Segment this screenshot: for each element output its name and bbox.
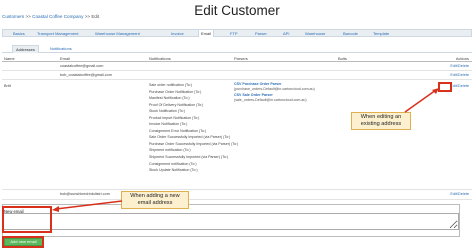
tab-parser[interactable]: Parser [253,30,269,37]
row-actions: Edit/Delete [450,192,469,196]
subtab-addresses[interactable]: Addresses [12,45,39,53]
tab-api[interactable]: API [281,30,291,37]
notification-item: Shipment Successfully Imported (via Pars… [149,155,229,160]
parser-address: (sale_orders-Default@in.cartoncloud.com.… [234,98,307,103]
header-name: Name [4,56,15,61]
add-callout: When adding a new email address [121,191,189,209]
header-parsers: Parsers [234,56,248,61]
row-actions: Edit/Delete [450,73,469,77]
delete-link[interactable]: Delete [458,64,469,68]
row-email: coastalcoffee@gmail.com [60,64,104,68]
table-header: Name Email Notifications Parsers Bolts A… [2,55,472,62]
main-tabbar: Basics Transport Management Warehouse Ma… [2,29,472,37]
table-row: coastalcoffee@gmail.com Edit/Delete [2,63,472,71]
delete-link[interactable]: Delete [458,73,469,77]
edit-callout-arrow [404,88,439,113]
tab-warehouse[interactable]: Warehouse [303,30,327,37]
page-title: Edit Customer [194,3,280,18]
add-callout-arrow [52,200,123,212]
tab-email[interactable]: Email [198,30,215,37]
add-button-highlight-box [2,236,44,248]
parser-list: CSV Purchase Order Parser (purchase_orde… [234,82,315,104]
tab-template[interactable]: Template [371,30,391,37]
sub-tabbar: Addresses Notifications [2,44,472,53]
new-email-highlight-box [2,206,52,233]
row-name: Britt [4,84,11,88]
tab-basics[interactable]: Basics [11,30,27,37]
notification-item: Sale Order Successfully Imported (via Pa… [149,135,231,140]
new-email-input[interactable] [3,213,459,230]
row-actions: Edit/Delete [450,64,469,68]
row-actions: Edit/Delete [450,84,469,88]
tab-transport-management[interactable]: Transport Management [35,30,80,37]
subtab-notifications[interactable]: Notifications [47,45,75,53]
notification-list: Sale order notification (To:) Purchase O… [149,82,238,174]
tab-barcode[interactable]: Barcode [341,30,360,37]
header-bolts: Bolts [338,56,347,61]
table-row: bob_coastalcoffee@gmail.com Edit/Delete [2,71,472,80]
header-actions: Actions [455,56,469,61]
tab-ftp[interactable]: FTP [228,30,240,37]
tab-warehouse-management[interactable]: Warehouse Management [93,30,142,37]
delete-link[interactable]: Delete [458,84,469,88]
notification-item: Stock Update Notification (To:) [149,168,198,173]
tab-invoice[interactable]: Invoice [169,30,186,37]
delete-link[interactable]: Delete [458,192,469,196]
header-email: Email [60,56,71,61]
row-email: bob_coastalcoffee@gmail.com [60,73,112,77]
header-notifications: Notifications [149,56,171,61]
